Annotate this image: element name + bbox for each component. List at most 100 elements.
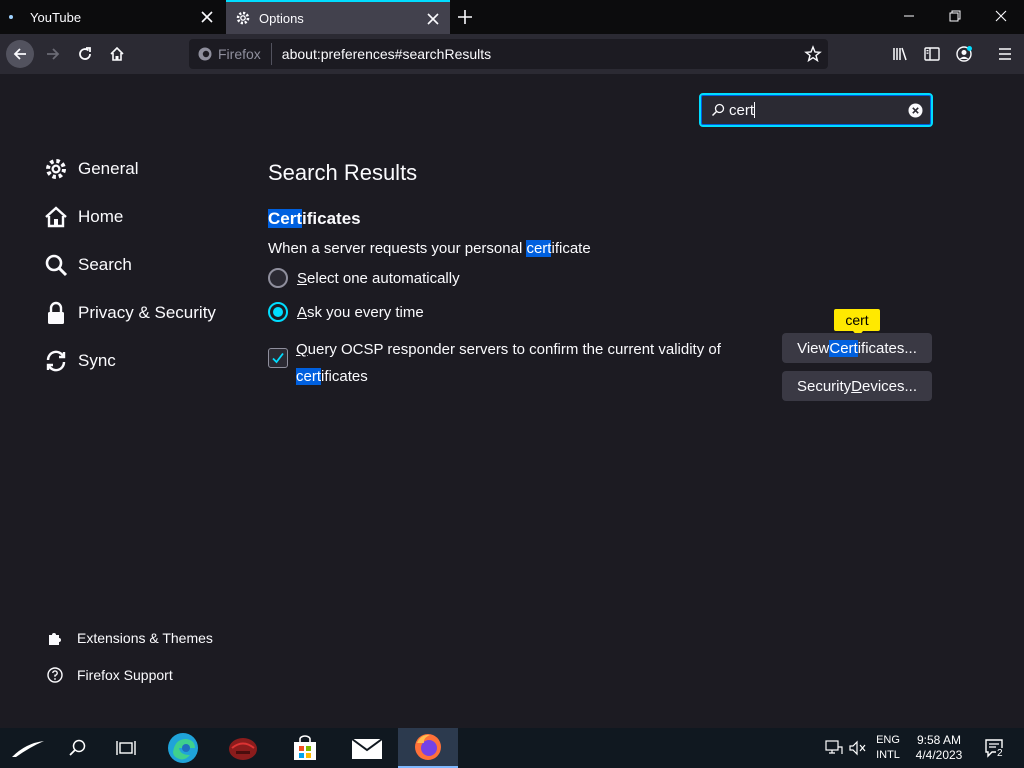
radio-button[interactable] [268, 268, 288, 288]
tab-options-title: Options [259, 10, 304, 26]
keyboard-layout: INTL [876, 749, 900, 761]
certificates-heading: Certificates [268, 209, 361, 228]
category-privacy-security[interactable]: Privacy & Security [44, 301, 216, 325]
helmet-app-icon [229, 738, 257, 760]
category-search-label: Search [78, 255, 132, 274]
category-home-label: Home [78, 207, 124, 226]
radio-select-automatically[interactable]: Select one automatically [268, 268, 460, 288]
category-sync[interactable]: Sync [44, 349, 116, 373]
back-button[interactable] [6, 40, 34, 68]
start-swoosh-icon [12, 741, 44, 757]
notification-count: 2 [996, 748, 1004, 759]
account-icon[interactable] [955, 45, 973, 63]
search-icon [711, 103, 725, 117]
store-icon [294, 735, 316, 760]
tab-dot-icon [9, 15, 13, 19]
home-icon [45, 206, 67, 228]
clock[interactable]: 9:58 AM 4/4/2023 [906, 733, 972, 763]
clear-search-icon[interactable] [908, 103, 923, 118]
mail-taskbar-button[interactable] [346, 728, 388, 768]
firefox-taskbar-button[interactable] [398, 728, 458, 768]
page-title: Search Results [268, 160, 418, 185]
ocsp-checkbox[interactable] [268, 348, 288, 368]
gear-icon [236, 11, 250, 25]
search-icon [69, 739, 86, 756]
mail-icon [351, 738, 383, 759]
radio-ask-every-time-label: Ask you every time [297, 303, 424, 321]
gear-icon [46, 159, 66, 179]
extensions-themes-link[interactable]: Extensions & Themes [46, 629, 213, 647]
bookmark-star-icon[interactable] [804, 45, 822, 63]
tab-strip: YouTube Options [0, 0, 1024, 34]
menu-icon[interactable] [996, 45, 1014, 63]
start-button[interactable] [0, 728, 56, 768]
reload-button[interactable] [71, 40, 99, 68]
restore-icon[interactable] [947, 8, 963, 24]
preferences-page: cert General Home Search Privacy & Secur… [0, 74, 1024, 728]
close-tab-icon[interactable] [426, 12, 440, 26]
identity-box[interactable]: Firefox [189, 43, 272, 65]
network-icon[interactable] [825, 740, 843, 756]
puzzle-icon [49, 633, 61, 645]
navigation-toolbar: Firefox about:preferences#searchResults [0, 34, 1024, 74]
category-privacy-label: Privacy & Security [78, 303, 216, 322]
find-input-value[interactable]: cert [729, 101, 756, 119]
radio-button-selected[interactable] [268, 302, 288, 322]
forward-button[interactable] [39, 40, 67, 68]
input-language-indicator[interactable]: ENG INTL [872, 733, 904, 763]
checkmark-icon [272, 352, 284, 364]
ocsp-label: Query OCSP responder servers to confirm … [296, 341, 721, 385]
task-view-icon [116, 741, 136, 755]
task-view-button[interactable] [106, 728, 146, 768]
extensions-themes-label: Extensions & Themes [77, 630, 213, 646]
firefox-icon [415, 734, 441, 760]
security-devices-button[interactable]: Security Devices... [782, 371, 932, 401]
edge-taskbar-button[interactable] [162, 728, 204, 768]
category-sync-label: Sync [78, 351, 116, 370]
lock-icon [48, 301, 64, 324]
url-bar[interactable]: Firefox about:preferences#searchResults [189, 39, 828, 69]
firefox-support-label: Firefox Support [77, 667, 173, 683]
language-code: ENG [876, 734, 900, 746]
category-general[interactable]: General [44, 157, 138, 181]
minimize-icon[interactable] [901, 8, 917, 24]
search-icon [45, 254, 68, 277]
category-home[interactable]: Home [44, 205, 123, 229]
view-certificates-button[interactable]: View Cert ificates... [782, 333, 932, 363]
sidebar-icon[interactable] [923, 45, 941, 63]
library-icon[interactable] [891, 45, 909, 63]
clock-date: 4/4/2023 [915, 748, 963, 762]
close-tab-icon[interactable] [200, 10, 214, 24]
firefox-icon [198, 47, 212, 61]
radio-ask-every-time[interactable]: Ask you every time [268, 302, 424, 322]
edge-icon [168, 733, 198, 763]
clock-time: 9:58 AM [916, 733, 962, 747]
sync-icon [46, 350, 66, 372]
firefox-support-link[interactable]: Firefox Support [46, 666, 173, 684]
category-general-label: General [78, 159, 139, 178]
home-icon [110, 46, 124, 61]
find-in-options-field[interactable]: cert [699, 93, 933, 127]
search-match-tooltip: cert [834, 309, 880, 337]
game-taskbar-button[interactable] [222, 728, 264, 768]
identity-label: Firefox [218, 46, 261, 62]
arrow-right-icon [47, 48, 60, 60]
help-icon [47, 667, 63, 683]
category-search[interactable]: Search [44, 253, 132, 277]
certificate-request-description: When a server requests your personal cer… [268, 240, 591, 257]
tab-youtube[interactable]: YouTube [0, 0, 224, 34]
close-window-icon[interactable] [993, 8, 1009, 24]
tab-youtube-title: YouTube [30, 9, 82, 25]
new-tab-icon[interactable] [456, 8, 474, 26]
radio-select-automatically-label: Select one automatically [297, 269, 460, 287]
taskbar-search-button[interactable] [60, 728, 96, 768]
arrow-left-icon [13, 48, 26, 60]
volume-muted-icon[interactable] [849, 740, 867, 756]
url-text[interactable]: about:preferences#searchResults [282, 46, 491, 62]
reload-icon [79, 47, 91, 60]
windows-taskbar: ENG INTL 9:58 AM 4/4/2023 2 [0, 728, 1024, 768]
store-taskbar-button[interactable] [284, 728, 326, 768]
tab-options[interactable]: Options [226, 0, 450, 34]
home-button[interactable] [103, 40, 131, 68]
action-center-button[interactable]: 2 [980, 728, 1010, 768]
